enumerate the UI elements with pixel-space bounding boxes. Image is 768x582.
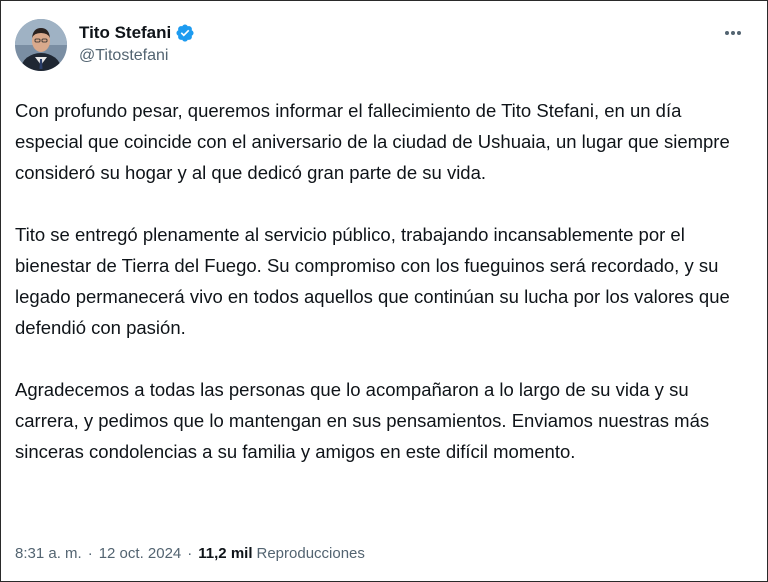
views-count[interactable]: 11,2 mil — [198, 545, 252, 562]
avatar[interactable] — [15, 19, 67, 71]
tweet-header: Tito Stefani @Titostefani — [15, 19, 755, 75]
verified-badge-icon — [175, 23, 195, 43]
author-names: Tito Stefani @Titostefani — [79, 21, 195, 65]
author-handle[interactable]: @Titostefani — [79, 47, 195, 65]
tweet-card: Tito Stefani @Titostefani Con profundo p… — [0, 0, 768, 582]
meta-separator: · — [87, 545, 93, 562]
tweet-paragraph: Tito se entregó plenamente al servicio p… — [15, 224, 730, 338]
tweet-time[interactable]: 8:31 a. m. — [15, 545, 82, 562]
meta-separator: · — [187, 545, 193, 562]
tweet-meta: 8:31 a. m. · 12 oct. 2024 · 11,2 mil Rep… — [15, 545, 365, 562]
more-options-icon[interactable] — [719, 23, 747, 43]
tweet-paragraph: Agradecemos a todas las personas que lo … — [15, 379, 710, 462]
views-label: Reproducciones — [256, 545, 365, 562]
display-name[interactable]: Tito Stefani — [79, 23, 171, 43]
tweet-paragraph: Con profundo pesar, queremos informar el… — [15, 100, 730, 183]
tweet-text: Con profundo pesar, queremos informar el… — [15, 95, 745, 467]
display-name-row: Tito Stefani — [79, 21, 195, 45]
tweet-date[interactable]: 12 oct. 2024 — [99, 545, 182, 562]
